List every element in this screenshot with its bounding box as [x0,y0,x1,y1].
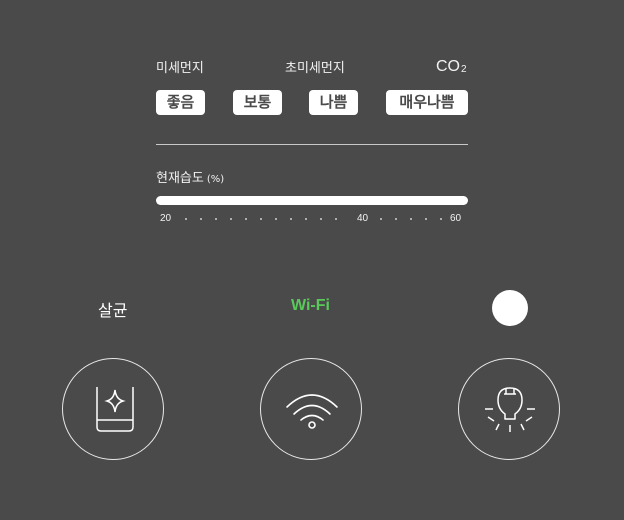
scale-dot [395,218,397,220]
scale-dot [440,218,442,220]
sterilize-cup-sparkle-icon [96,387,134,432]
co2-label: CO2 [436,58,467,76]
scale-dot [425,218,427,220]
scale-dot [275,218,277,220]
co2-text: CO [436,58,460,75]
wifi-button[interactable] [260,358,362,460]
light-button[interactable] [458,358,560,460]
level-very-bad-chip: 매우나쁨 [386,90,468,115]
scale-dot [215,218,217,220]
sterilize-button[interactable] [62,358,164,460]
scale-dot [290,218,292,220]
scale-dot [410,218,412,220]
scale-dot [320,218,322,220]
scale-dot [185,218,187,220]
scale-dot [305,218,307,220]
level-bad-chip: 나쁨 [309,90,358,115]
humidity-scale-min: 20 [160,213,172,224]
section-divider [156,144,468,145]
scale-dot [335,218,337,220]
humidity-bar [156,196,468,205]
wifi-icon [286,394,338,429]
humidity-unit: (%) [206,174,225,185]
scale-dot [380,218,382,220]
level-good-chip: 좋음 [156,90,205,115]
sterilize-label: 살균 [98,301,128,320]
scale-dot [230,218,232,220]
scale-dot [200,218,202,220]
pm10-label: 미세먼지 [156,61,204,76]
humidity-scale-max: 60 [450,213,462,224]
power-toggle[interactable] [492,290,528,326]
wifi-label: Wi-Fi [291,297,330,314]
humidity-scale-mid: 40 [357,213,369,224]
humidity-title-text: 현재습도 [156,171,204,186]
level-normal-chip: 보통 [233,90,282,115]
scale-dot [260,218,262,220]
light-bulb-icon [485,387,535,432]
humidity-title: 현재습도 (%) [156,167,224,186]
pm25-label: 초미세먼지 [285,61,345,76]
scale-dot [245,218,247,220]
co2-subscript: 2 [461,64,467,75]
